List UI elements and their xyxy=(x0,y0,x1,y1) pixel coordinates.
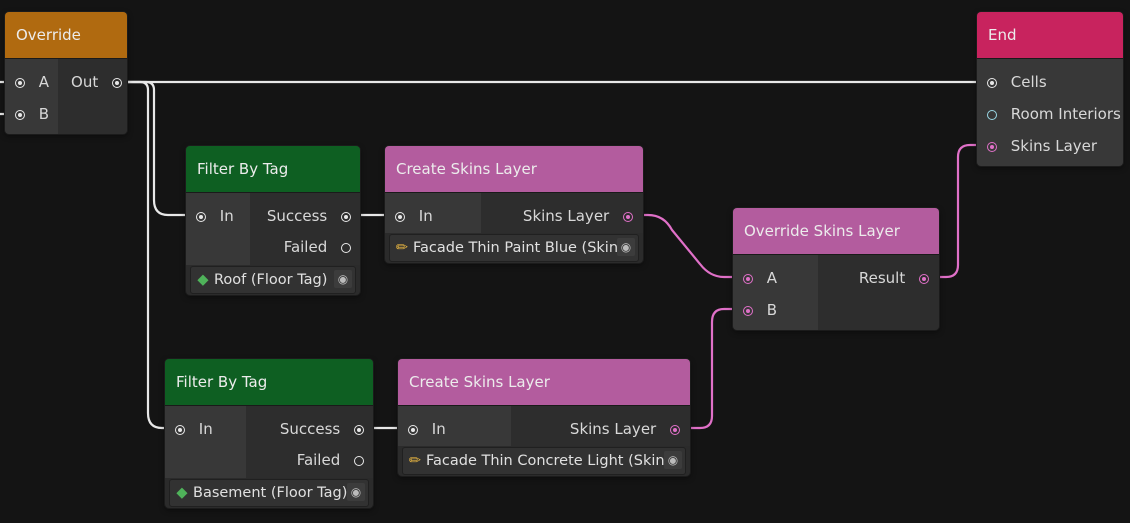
port-dot-icon[interactable] xyxy=(987,77,997,88)
override-node-title: Override xyxy=(5,12,127,59)
end-input-skins-layer[interactable]: Skins Layer xyxy=(987,136,1097,156)
create-skins-layer-node-1[interactable]: Create Skins Layer In Skins Layer ✏ Facad… xyxy=(385,146,643,263)
filter-by-tag-node-basement[interactable]: Filter By Tag In Success Failed ◆ Basemen… xyxy=(165,359,373,508)
skins1-node-title: Create Skins Layer xyxy=(385,146,643,193)
override-input-b[interactable]: B xyxy=(15,104,49,124)
skins2-node-title: Create Skins Layer xyxy=(398,359,690,406)
override-skins-layer-node[interactable]: Override Skins Layer A B Result xyxy=(733,208,939,330)
port-dot-icon[interactable] xyxy=(341,242,351,253)
port-dot-icon[interactable] xyxy=(987,141,997,152)
override-skins-input-b[interactable]: B xyxy=(743,300,777,320)
target-picker-icon[interactable]: ◉ xyxy=(334,270,352,288)
skin-field[interactable]: ✏ Facade Thin Paint Blue (Skin) ◉ xyxy=(389,234,639,262)
filter-by-tag-node-roof[interactable]: Filter By Tag In Success Failed ◆ Roof (F… xyxy=(186,146,360,295)
filter1-output-failed[interactable]: Failed xyxy=(284,237,351,257)
override-skins-input-a[interactable]: A xyxy=(743,268,777,288)
end-input-cells[interactable]: Cells xyxy=(987,72,1047,92)
target-picker-icon[interactable]: ◉ xyxy=(347,483,365,501)
port-dot-icon[interactable] xyxy=(15,77,25,88)
tag-icon: ◆ xyxy=(176,485,188,501)
skins1-output-skins-layer[interactable]: Skins Layer xyxy=(523,206,633,226)
filter2-output-failed[interactable]: Failed xyxy=(297,450,364,470)
port-dot-icon[interactable] xyxy=(623,211,633,222)
filter1-output-success[interactable]: Success xyxy=(267,206,351,226)
wire-skins1-to-override-skins-a[interactable] xyxy=(630,213,744,279)
override-input-a[interactable]: A xyxy=(15,72,49,92)
filter1-node-title: Filter By Tag xyxy=(186,146,360,193)
filter1-input-in[interactable]: In xyxy=(196,206,234,226)
target-picker-icon[interactable]: ◉ xyxy=(664,451,682,469)
filter2-input-in[interactable]: In xyxy=(175,419,213,439)
skins1-input-in[interactable]: In xyxy=(395,206,433,226)
tag-icon: ◆ xyxy=(197,272,209,288)
port-dot-icon[interactable] xyxy=(743,305,753,316)
port-dot-icon[interactable] xyxy=(408,424,418,435)
override-skins-node-title: Override Skins Layer xyxy=(733,208,939,255)
port-dot-icon[interactable] xyxy=(987,109,997,120)
port-dot-icon[interactable] xyxy=(354,424,364,435)
target-picker-icon[interactable]: ◉ xyxy=(617,238,635,256)
end-node[interactable]: End Cells Room Interiors Skins Layer xyxy=(977,12,1123,166)
port-dot-icon[interactable] xyxy=(112,77,122,88)
port-dot-icon[interactable] xyxy=(196,211,206,222)
port-dot-icon[interactable] xyxy=(354,455,364,466)
port-dot-icon[interactable] xyxy=(175,424,185,435)
end-node-title: End xyxy=(977,12,1123,59)
port-dot-icon[interactable] xyxy=(341,211,351,222)
port-dot-icon[interactable] xyxy=(395,211,405,222)
skin-field[interactable]: ✏ Facade Thin Concrete Light (Skin) ◉ xyxy=(402,447,686,475)
skins2-input-in[interactable]: In xyxy=(408,419,446,439)
wire-override-out-to-filter1-in[interactable] xyxy=(116,80,198,217)
paintbrush-icon: ✏ xyxy=(408,453,422,469)
override-skins-output-result[interactable]: Result xyxy=(859,268,929,288)
port-dot-icon[interactable] xyxy=(670,424,680,435)
create-skins-layer-node-2[interactable]: Create Skins Layer In Skins Layer ✏ Facad… xyxy=(398,359,690,476)
override-node[interactable]: Override A B Out xyxy=(5,12,127,134)
port-dot-icon[interactable] xyxy=(743,273,753,284)
tag-field[interactable]: ◆ Roof (Floor Tag) ◉ xyxy=(190,266,356,294)
filter2-node-title: Filter By Tag xyxy=(165,359,373,406)
port-dot-icon[interactable] xyxy=(919,273,929,284)
end-input-room-interiors[interactable]: Room Interiors xyxy=(987,104,1121,124)
port-dot-icon[interactable] xyxy=(15,109,25,120)
filter2-output-success[interactable]: Success xyxy=(280,419,364,439)
paintbrush-icon: ✏ xyxy=(395,240,409,256)
tag-field[interactable]: ◆ Basement (Floor Tag) ◉ xyxy=(169,479,369,507)
skins2-output-skins-layer[interactable]: Skins Layer xyxy=(570,419,680,439)
override-output-out[interactable]: Out xyxy=(71,72,122,92)
